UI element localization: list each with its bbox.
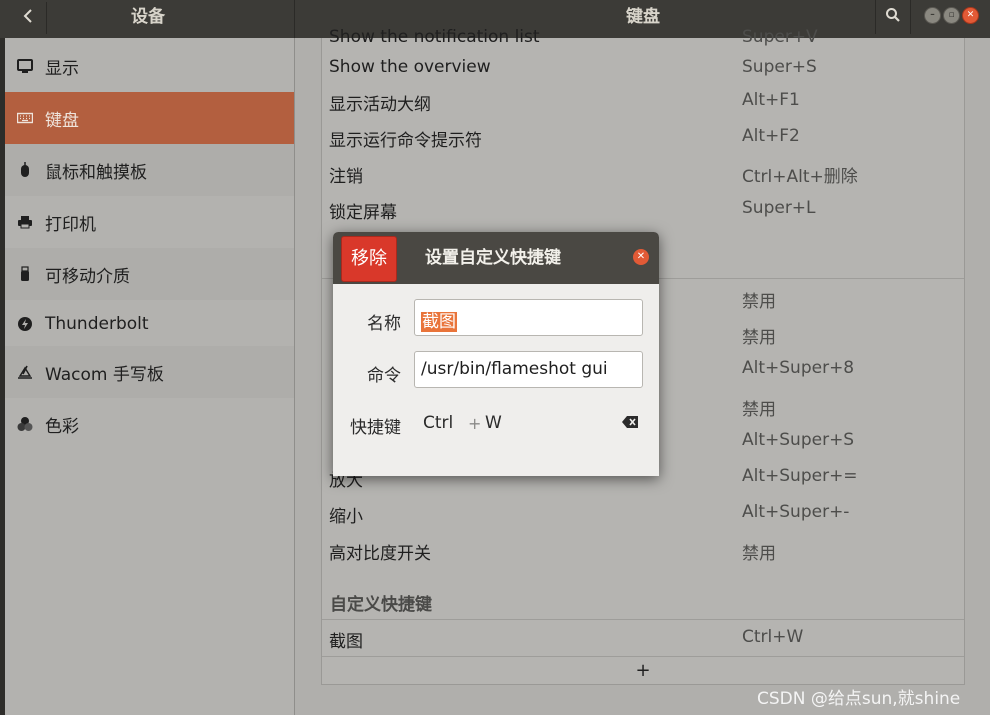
dialog-close-button[interactable]: ✕ (633, 249, 649, 265)
shortcut-accel: 禁用 (742, 544, 776, 564)
shortcut-key-w: W (485, 413, 502, 433)
shortcut-name: Show the notification list (329, 27, 540, 47)
shortcut-row[interactable]: 注销 Ctrl+Alt+删除 (322, 155, 964, 191)
shortcut-row[interactable]: 显示活动大纲 Alt+F1 (322, 83, 964, 119)
close-icon: ✕ (966, 10, 975, 20)
shortcut-label: 快捷键 (350, 418, 401, 438)
thunderbolt-icon (17, 316, 33, 332)
name-field[interactable]: 截图 (414, 299, 643, 336)
sidebar-item-label: 色彩 (45, 416, 79, 437)
window-close-button[interactable]: ✕ (962, 7, 979, 24)
shortcut-row[interactable]: 高对比度开关 禁用 (322, 532, 964, 568)
usb-drive-icon (17, 266, 33, 282)
backspace-icon (622, 413, 638, 432)
sidebar-item-mouse[interactable]: 鼠标和触摸板 (5, 144, 294, 196)
shortcut-accel: Super+L (742, 198, 816, 218)
shortcut-accel: Alt+F2 (742, 126, 800, 146)
shortcut-accel: Alt+Super+8 (742, 358, 855, 378)
custom-shortcut-dialog: 移除 设置自定义快捷键 ✕ 名称 截图 命令 /usr/bin/flamesho… (333, 232, 659, 476)
sidebar-item-label: Wacom 手写板 (45, 364, 164, 385)
shortcut-accel: Alt+Super+S (742, 430, 855, 450)
sidebar-item-thunderbolt[interactable]: Thunderbolt (5, 298, 294, 350)
remove-button[interactable]: 移除 (341, 236, 397, 282)
shortcut-name: 显示运行命令提示符 (329, 131, 482, 151)
shortcut-accel: 禁用 (742, 292, 776, 312)
minimize-icon: – (930, 10, 935, 20)
sidebar-item-display[interactable]: 显示 (5, 40, 294, 92)
command-label: 命令 (367, 366, 401, 386)
shortcut-row[interactable]: Show the overview Super+S (322, 50, 964, 86)
printer-icon (17, 214, 33, 230)
keyboard-icon (17, 110, 33, 126)
custom-shortcut-row[interactable]: 截图 Ctrl+W (322, 620, 964, 656)
shortcut-accel: 禁用 (742, 400, 776, 420)
custom-section-title: 自定义快捷键 (330, 595, 432, 615)
add-shortcut-button[interactable]: + (322, 658, 964, 684)
name-label: 名称 (367, 314, 401, 334)
shortcut-accel: Alt+F1 (742, 90, 800, 110)
dialog-title: 设置自定义快捷键 (425, 248, 561, 268)
shortcut-name: Show the overview (329, 57, 491, 77)
shortcut-accel: Alt+Super+= (742, 466, 858, 486)
shortcut-accel: Ctrl+Alt+删除 (742, 167, 858, 187)
sidebar-item-color[interactable]: 色彩 (5, 398, 294, 450)
shortcut-name: 显示活动大纲 (329, 95, 431, 115)
clear-shortcut-button[interactable] (621, 414, 639, 430)
shortcut-accel: Super+V (742, 27, 818, 47)
titlebar-separator (294, 0, 295, 38)
shortcut-accel: 禁用 (742, 328, 776, 348)
row-divider (322, 656, 964, 657)
shortcut-row[interactable]: 锁定屏幕 Super+L (322, 191, 964, 227)
shortcut-name: 注销 (329, 167, 363, 187)
shortcut-name: 截图 (329, 632, 363, 652)
sidebar-item-label: Thunderbolt (45, 314, 149, 334)
shortcut-name: 锁定屏幕 (329, 203, 397, 223)
shortcut-row[interactable]: 缩小 Alt+Super+- (322, 495, 964, 531)
shortcut-accel: Ctrl+W (742, 627, 804, 647)
close-icon: ✕ (636, 251, 646, 262)
shortcut-plus: + (468, 414, 482, 433)
command-field[interactable]: /usr/bin/flameshot gui (414, 351, 643, 388)
maximize-icon: ▫ (948, 10, 955, 20)
display-icon (17, 58, 33, 74)
sidebar-item-wacom[interactable]: Wacom 手写板 (5, 346, 294, 398)
sidebar-item-label: 显示 (45, 58, 79, 79)
sidebar-item-printer[interactable]: 打印机 (5, 196, 294, 248)
sidebar: 显示 键盘 鼠标和触摸板 打印机 可移动介质 Thunderbolt Wacom… (5, 38, 294, 715)
shortcut-name: 缩小 (329, 507, 363, 527)
shortcut-accel: Alt+Super+- (742, 502, 850, 522)
shortcut-key-ctrl: Ctrl (423, 413, 454, 433)
color-icon (17, 416, 33, 432)
shortcut-name: 高对比度开关 (329, 544, 431, 564)
name-value: 截图 (421, 312, 457, 332)
shortcut-accel: Super+S (742, 57, 817, 77)
sidebar-item-label: 鼠标和触摸板 (45, 162, 147, 183)
watermark: CSDN @给点sun,就shine (757, 689, 961, 709)
dialog-header: 移除 设置自定义快捷键 ✕ (333, 232, 659, 284)
command-value: /usr/bin/flameshot gui (421, 359, 608, 379)
sidebar-item-label: 打印机 (45, 214, 96, 235)
sidebar-item-label: 键盘 (45, 110, 79, 131)
tablet-icon (17, 364, 33, 380)
sidebar-title: 设备 (131, 7, 165, 27)
sidebar-item-keyboard[interactable]: 键盘 (5, 92, 294, 144)
sidebar-item-removable-media[interactable]: 可移动介质 (5, 248, 294, 300)
shortcut-row[interactable]: 显示运行命令提示符 Alt+F2 (322, 119, 964, 155)
mouse-icon (17, 162, 33, 178)
sidebar-item-label: 可移动介质 (45, 266, 130, 287)
